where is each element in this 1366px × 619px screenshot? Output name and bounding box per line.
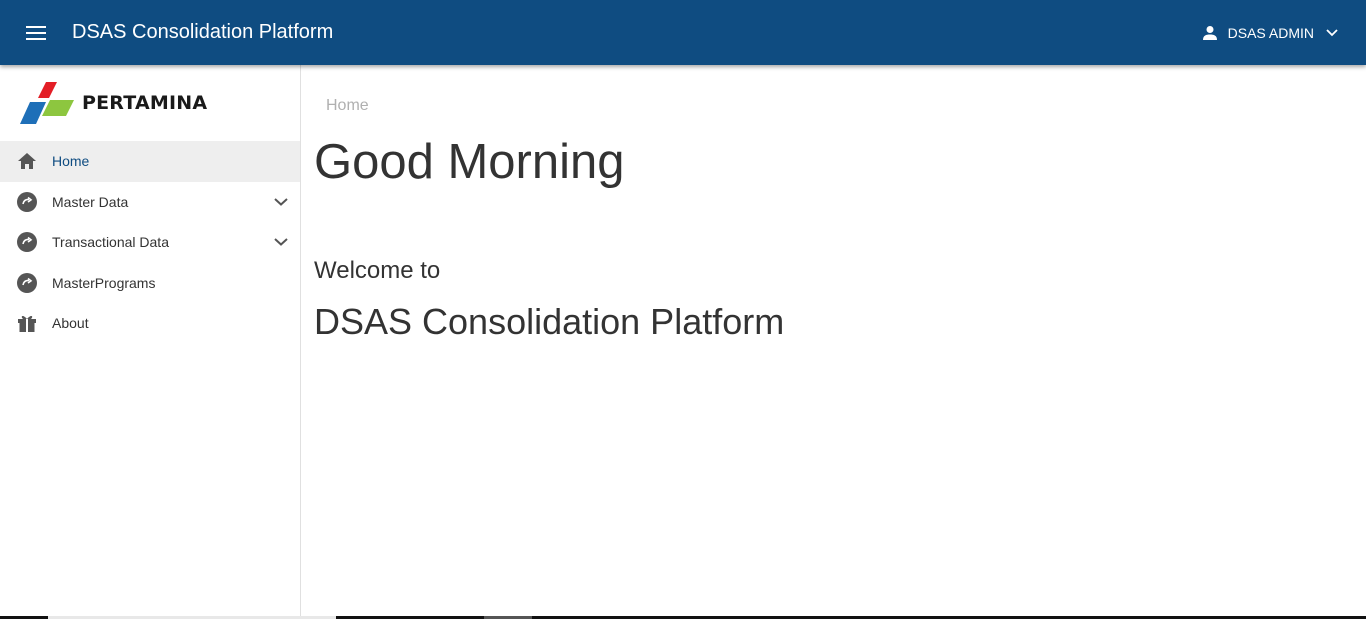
pertamina-logo-icon: [20, 82, 74, 124]
sidebar-item-masterprograms[interactable]: MasterPrograms: [0, 263, 300, 304]
sidebar-item-label: MasterPrograms: [52, 274, 156, 291]
sidebar-item-label: Home: [52, 153, 90, 170]
gift-icon: [0, 314, 52, 333]
circle-arrow-icon: [0, 191, 52, 212]
circle-arrow-icon: [0, 232, 52, 253]
user-name: DSAS ADMIN: [1227, 24, 1314, 41]
sidebar-item-master-data[interactable]: Master Data: [0, 182, 300, 223]
user-menu-button[interactable]: DSAS ADMIN: [1202, 0, 1338, 65]
sidebar: PERTAMINA Home Master Data Transactional…: [0, 65, 301, 617]
breadcrumb[interactable]: Home: [326, 97, 369, 115]
chevron-down-icon: [1326, 28, 1338, 37]
platform-name-heading: DSAS Consolidation Platform: [314, 301, 785, 342]
chevron-down-icon[interactable]: [274, 238, 288, 247]
sidebar-item-label: Transactional Data: [52, 234, 169, 251]
top-app-bar: DSAS Consolidation Platform DSAS ADMIN: [0, 0, 1366, 65]
sidebar-item-about[interactable]: About: [0, 303, 300, 344]
welcome-text: Welcome to: [314, 257, 441, 284]
person-icon: [1202, 25, 1218, 41]
sidebar-item-home[interactable]: Home: [0, 141, 300, 182]
sidebar-item-label: Master Data: [52, 193, 129, 210]
hamburger-menu-button[interactable]: [0, 0, 72, 65]
circle-arrow-icon: [0, 272, 52, 293]
hamburger-icon: [26, 25, 46, 40]
chevron-down-icon[interactable]: [274, 197, 288, 206]
logo-text: PERTAMINA: [82, 92, 208, 114]
home-icon: [0, 152, 52, 170]
sidebar-item-label: About: [52, 315, 89, 332]
greeting-heading: Good Morning: [314, 135, 625, 189]
main-content: Home Good Morning Welcome to DSAS Consol…: [301, 65, 1366, 617]
pertamina-logo[interactable]: PERTAMINA: [0, 65, 300, 141]
app-title: DSAS Consolidation Platform: [72, 21, 334, 43]
sidebar-item-transactional-data[interactable]: Transactional Data: [0, 222, 300, 263]
